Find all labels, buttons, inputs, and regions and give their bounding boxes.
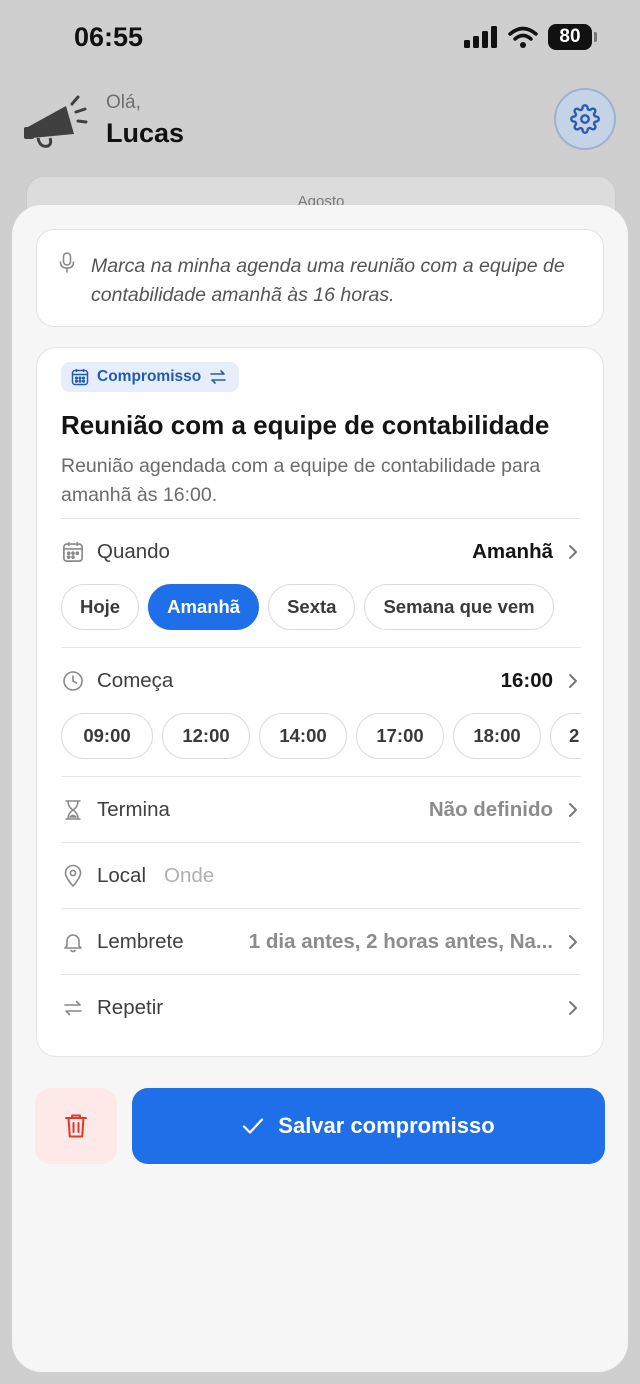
when-label: Quando bbox=[97, 540, 170, 563]
divider bbox=[61, 842, 581, 843]
microphone-icon bbox=[59, 252, 75, 273]
time-option[interactable]: 17:00 bbox=[356, 713, 444, 759]
status-bar: 06:55 80 bbox=[0, 0, 640, 80]
divider bbox=[61, 518, 581, 519]
battery-level: 80 bbox=[559, 26, 581, 47]
status-time: 06:55 bbox=[74, 22, 144, 52]
calendar-icon bbox=[71, 369, 89, 386]
repeat-row[interactable]: Repetir bbox=[61, 988, 581, 1028]
when-option-friday[interactable]: Sexta bbox=[268, 584, 356, 630]
chevron-right-icon bbox=[567, 671, 581, 691]
status-icons: 80 bbox=[464, 24, 597, 50]
start-label: Começa bbox=[97, 669, 174, 692]
header: Olá, Lucas bbox=[0, 80, 640, 180]
calendar-icon bbox=[61, 540, 85, 564]
chevron-right-icon bbox=[567, 998, 581, 1018]
end-label: Termina bbox=[97, 798, 170, 821]
location-input[interactable]: Onde bbox=[164, 864, 214, 888]
event-type-label: Compromisso bbox=[97, 368, 202, 385]
event-card: Compromisso Reunião com a equipe de cont… bbox=[36, 347, 604, 1057]
when-option-today[interactable]: Hoje bbox=[61, 584, 140, 630]
checkmark-icon bbox=[243, 1118, 264, 1134]
location-pin-icon bbox=[61, 864, 85, 888]
delete-button[interactable] bbox=[35, 1088, 117, 1164]
user-name: Lucas bbox=[106, 118, 185, 148]
divider bbox=[61, 776, 581, 777]
start-row[interactable]: Começa 16:00 bbox=[61, 661, 581, 701]
when-value: Amanhã bbox=[472, 540, 553, 563]
chevron-right-icon bbox=[567, 800, 581, 820]
start-value: 16:00 bbox=[500, 669, 553, 692]
location-row[interactable]: Local Onde bbox=[61, 856, 581, 896]
event-description: Reunião agendada com a equipe de contabi… bbox=[61, 455, 541, 506]
time-option[interactable]: 14:00 bbox=[259, 713, 347, 759]
when-option-tomorrow[interactable]: Amanhã bbox=[148, 584, 260, 630]
time-option[interactable]: 2 bbox=[550, 713, 581, 759]
time-option[interactable]: 09:00 bbox=[61, 713, 153, 759]
greeting-hello: Olá, bbox=[106, 92, 141, 113]
settings-button[interactable] bbox=[554, 88, 616, 150]
reminder-label: Lembrete bbox=[97, 930, 184, 953]
divider bbox=[61, 647, 581, 648]
chevron-right-icon bbox=[567, 932, 581, 952]
when-row[interactable]: Quando Amanhã bbox=[61, 532, 581, 572]
clock-icon bbox=[61, 669, 85, 693]
battery-indicator: 80 bbox=[548, 24, 597, 50]
repeat-label: Repetir bbox=[97, 996, 164, 1019]
voice-transcript: Marca na minha agenda uma reunião com a … bbox=[36, 229, 604, 327]
end-value: Não definido bbox=[428, 798, 553, 821]
reminder-row[interactable]: Lembrete 1 dia antes, 2 horas antes, Na.… bbox=[61, 922, 581, 962]
transcript-text: Marca na minha agenda uma reunião com a … bbox=[91, 255, 565, 306]
divider bbox=[61, 974, 581, 975]
megaphone-icon bbox=[24, 95, 88, 148]
trash-icon bbox=[65, 1114, 87, 1138]
start-time-options[interactable]: 09:00 12:00 14:00 17:00 18:00 2 bbox=[61, 713, 581, 759]
save-label: Salvar compromisso bbox=[278, 1113, 495, 1138]
location-label: Local bbox=[97, 864, 147, 887]
event-sheet: Marca na minha agenda uma reunião com a … bbox=[12, 205, 628, 1372]
bell-icon bbox=[61, 930, 85, 954]
divider bbox=[61, 908, 581, 909]
chevron-right-icon bbox=[567, 542, 581, 562]
end-row[interactable]: Termina Não definido bbox=[61, 790, 581, 830]
signal-icon bbox=[464, 26, 497, 48]
when-option-next-week[interactable]: Semana que vem bbox=[364, 584, 554, 630]
event-title: Reunião com a equipe de contabilidade bbox=[61, 410, 550, 440]
when-options: Hoje Amanhã Sexta Semana que vem bbox=[61, 584, 554, 630]
save-button[interactable]: Salvar compromisso bbox=[132, 1088, 605, 1164]
repeat-icon bbox=[61, 996, 85, 1020]
swap-icon bbox=[210, 370, 227, 384]
time-option[interactable]: 12:00 bbox=[162, 713, 250, 759]
hourglass-icon bbox=[61, 798, 85, 822]
gear-icon bbox=[570, 104, 600, 134]
reminder-value: 1 dia antes, 2 horas antes, Na... bbox=[248, 930, 553, 953]
wifi-icon bbox=[508, 26, 538, 48]
time-option[interactable]: 18:00 bbox=[453, 713, 541, 759]
event-type-chip[interactable]: Compromisso bbox=[61, 362, 240, 392]
